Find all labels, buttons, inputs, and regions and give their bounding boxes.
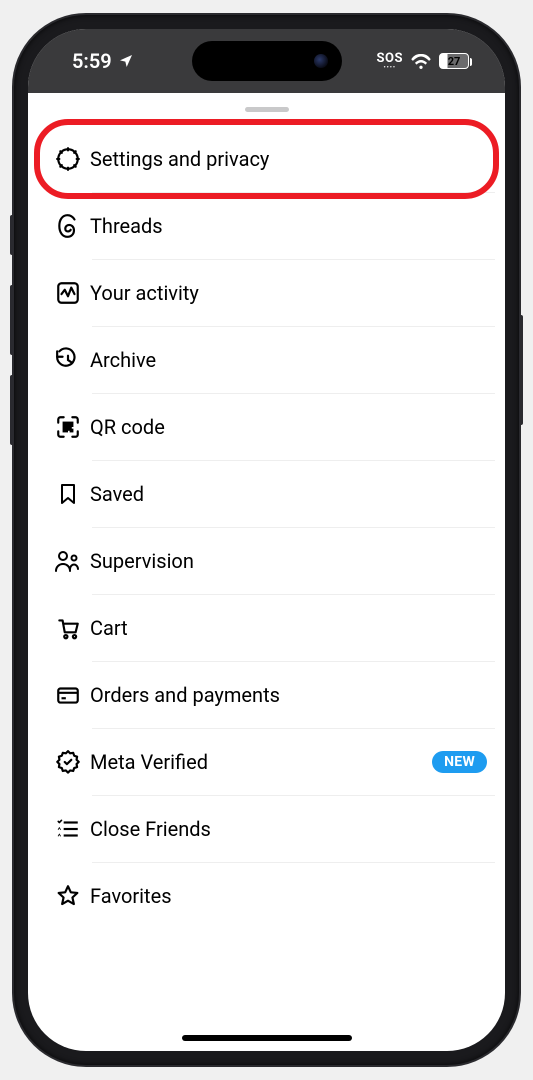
- menu-item-label: QR code: [90, 415, 487, 439]
- battery-indicator: 27: [439, 53, 469, 69]
- menu-item-cart[interactable]: Cart: [38, 595, 495, 661]
- volume-up-button: [10, 285, 14, 355]
- screen: 5:59 SOS •••• 27: [28, 29, 505, 1051]
- menu-item-label: Meta Verified: [90, 750, 432, 774]
- status-right: SOS •••• 27: [377, 52, 469, 71]
- side-button: [10, 215, 14, 255]
- location-arrow-icon: [118, 53, 134, 69]
- home-indicator[interactable]: [182, 1035, 352, 1041]
- bookmark-icon: [46, 481, 90, 507]
- menu-item-label: Cart: [90, 616, 487, 640]
- menu-item-close-friends[interactable]: Close Friends: [38, 796, 495, 862]
- supervision-icon: [46, 548, 90, 574]
- menu-item-label: Your activity: [90, 281, 487, 305]
- camera-dot-icon: [314, 54, 328, 68]
- menu-item-saved[interactable]: Saved: [38, 461, 495, 527]
- power-button: [519, 315, 523, 425]
- wifi-icon: [411, 54, 431, 69]
- menu-item-label: Orders and payments: [90, 683, 487, 707]
- gear-icon: [46, 146, 90, 172]
- menu-item-label: Supervision: [90, 549, 487, 573]
- credit-card-icon: [46, 682, 90, 708]
- menu-item-label: Favorites: [90, 884, 487, 908]
- sos-indicator: SOS ••••: [377, 52, 403, 71]
- menu-item-favorites[interactable]: Favorites: [38, 863, 495, 929]
- menu-item-threads[interactable]: Threads: [38, 193, 495, 259]
- menu-item-orders-and-payments[interactable]: Orders and payments: [38, 662, 495, 728]
- menu-item-label: Threads: [90, 214, 487, 238]
- sheet-handle[interactable]: [28, 93, 505, 120]
- menu-item-meta-verified[interactable]: Meta Verified NEW: [38, 729, 495, 795]
- cart-icon: [46, 615, 90, 641]
- menu-item-label: Close Friends: [90, 817, 487, 841]
- close-friends-icon: [46, 816, 90, 842]
- phone-frame: 5:59 SOS •••• 27: [14, 15, 519, 1065]
- volume-down-button: [10, 375, 14, 445]
- dynamic-island: [192, 41, 342, 81]
- menu-item-qr-code[interactable]: QR code: [38, 394, 495, 460]
- menu-item-supervision[interactable]: Supervision: [38, 528, 495, 594]
- status-left: 5:59: [72, 49, 134, 73]
- archive-icon: [46, 347, 90, 373]
- menu-item-label: Archive: [90, 348, 487, 372]
- battery-icon: 27: [439, 53, 469, 69]
- menu-item-settings-and-privacy[interactable]: Settings and privacy: [38, 126, 495, 192]
- qr-code-icon: [46, 414, 90, 440]
- status-bar: 5:59 SOS •••• 27: [28, 29, 505, 93]
- activity-icon: [46, 280, 90, 306]
- star-icon: [46, 883, 90, 909]
- threads-icon: [46, 213, 90, 239]
- menu-item-your-activity[interactable]: Your activity: [38, 260, 495, 326]
- clock: 5:59: [72, 49, 112, 73]
- new-badge: NEW: [432, 751, 487, 773]
- menu-item-label: Settings and privacy: [90, 147, 487, 171]
- verified-badge-icon: [46, 749, 90, 775]
- menu-item-label: Saved: [90, 482, 487, 506]
- drag-handle-icon: [245, 107, 289, 112]
- menu-list: Settings and privacy Threads Your activi…: [28, 120, 505, 929]
- menu-item-archive[interactable]: Archive: [38, 327, 495, 393]
